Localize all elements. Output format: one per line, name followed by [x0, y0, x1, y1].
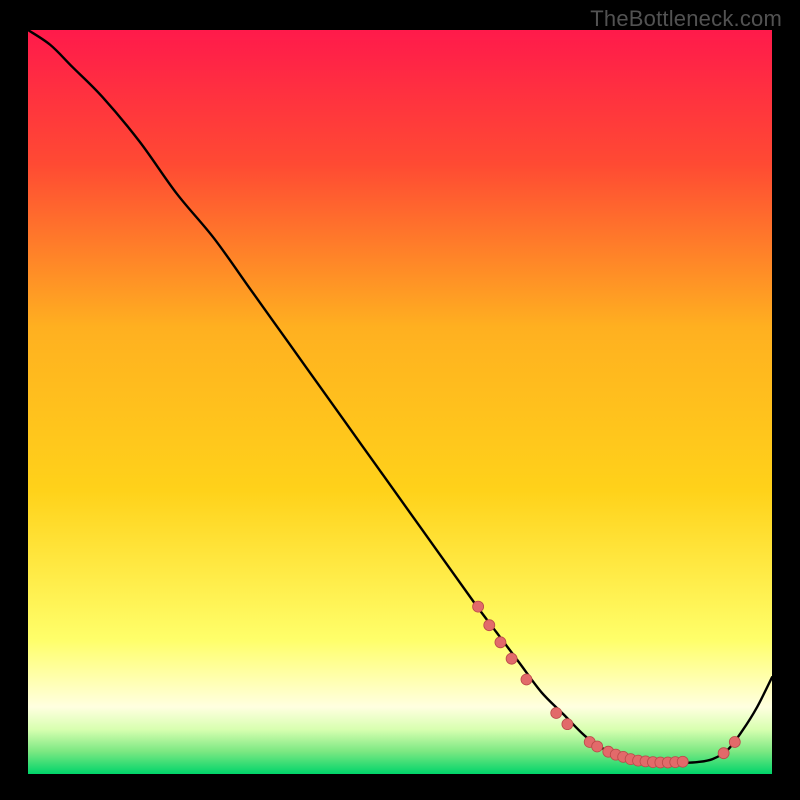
data-point [677, 756, 688, 767]
data-point [495, 637, 506, 648]
data-point [551, 707, 562, 718]
data-point [473, 601, 484, 612]
data-point [484, 620, 495, 631]
chart-frame: { "watermark": "TheBottleneck.com", "col… [0, 0, 800, 800]
watermark-text: TheBottleneck.com [590, 6, 782, 32]
bottleneck-chart [0, 0, 800, 800]
data-point [521, 674, 532, 685]
data-point [562, 719, 573, 730]
data-point [718, 748, 729, 759]
data-point [592, 741, 603, 752]
data-point [729, 737, 740, 748]
data-point [506, 653, 517, 664]
